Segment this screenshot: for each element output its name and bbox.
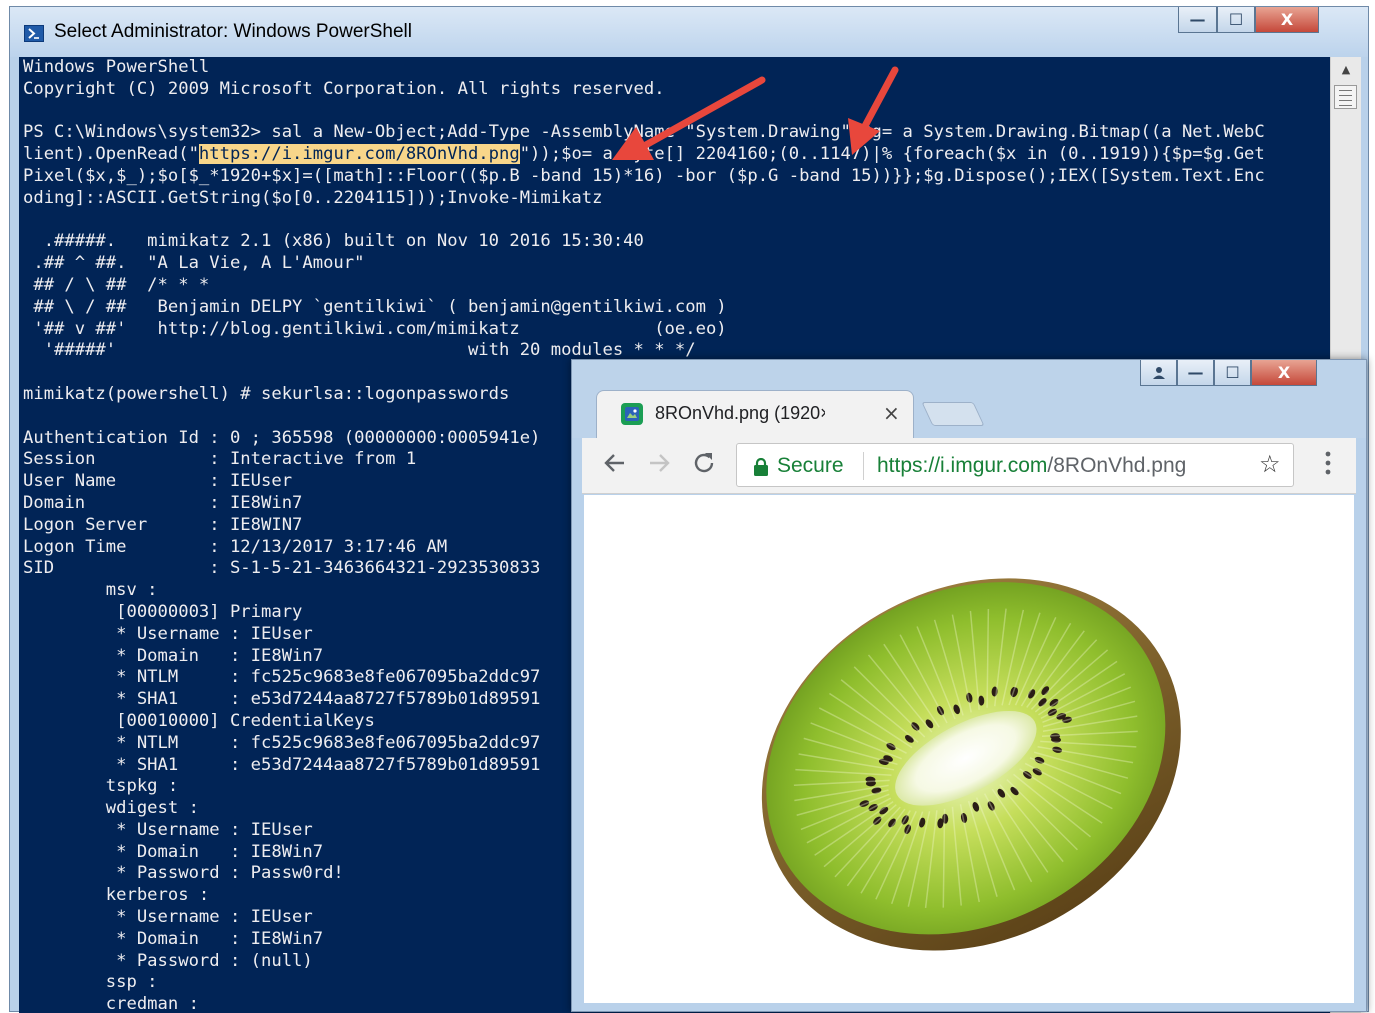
chrome-favicon [621, 403, 643, 425]
back-arrow-icon[interactable] [602, 450, 628, 480]
browser-tab[interactable]: 8ROnVhd.png (1920×1147) × [596, 390, 914, 438]
minimize-icon[interactable]: — [1177, 360, 1214, 386]
url-path: /8ROnVhd.png [1047, 454, 1187, 477]
window-title: Select Administrator: Windows PowerShell [54, 21, 412, 42]
url-host: https://i.imgur.com [877, 454, 1048, 477]
omnibox-divider [863, 452, 864, 480]
chevron-up-icon[interactable]: ▲ [1331, 57, 1361, 81]
maximize-icon[interactable]: ☐ [1214, 360, 1251, 386]
kiwi-image [761, 578, 1181, 951]
maximize-icon[interactable]: ☐ [1217, 7, 1255, 33]
address-bar[interactable]: Secure https://i.imgur.com/8ROnVhd.png ☆ [736, 443, 1294, 487]
lock-icon [753, 457, 769, 480]
kebab-menu-icon[interactable] [1324, 450, 1332, 480]
tab-close-icon[interactable]: × [883, 401, 900, 425]
highlighted-url: https://i.imgur.com/8ROnVhd.png [198, 144, 520, 165]
url-text[interactable]: https://i.imgur.com/8ROnVhd.png [877, 454, 1186, 478]
chrome-window: — ☐ X 8ROnVhd.png (1920×1147) × Secure [571, 359, 1367, 1012]
close-icon[interactable]: X [1255, 7, 1319, 33]
secure-label: Secure [777, 454, 844, 477]
star-icon[interactable]: ☆ [1259, 450, 1281, 478]
browser-toolbar: Secure https://i.imgur.com/8ROnVhd.png ☆ [582, 438, 1356, 494]
user-icon[interactable] [1140, 360, 1177, 386]
powershell-icon [24, 25, 44, 42]
minimize-icon[interactable]: — [1178, 7, 1217, 33]
tab-title: 8ROnVhd.png (1920×1147) [655, 403, 825, 423]
new-tab-button[interactable] [921, 402, 985, 426]
reload-icon[interactable] [690, 449, 718, 481]
scroll-thumb[interactable] [1334, 85, 1357, 109]
close-icon[interactable]: X [1251, 360, 1317, 386]
chrome-titlebar[interactable]: — ☐ X 8ROnVhd.png (1920×1147) × [572, 360, 1366, 438]
powershell-titlebar[interactable]: Select Administrator: Windows PowerShell… [10, 7, 1368, 57]
forward-arrow-icon[interactable] [646, 450, 672, 480]
image-viewer[interactable] [584, 495, 1354, 1003]
